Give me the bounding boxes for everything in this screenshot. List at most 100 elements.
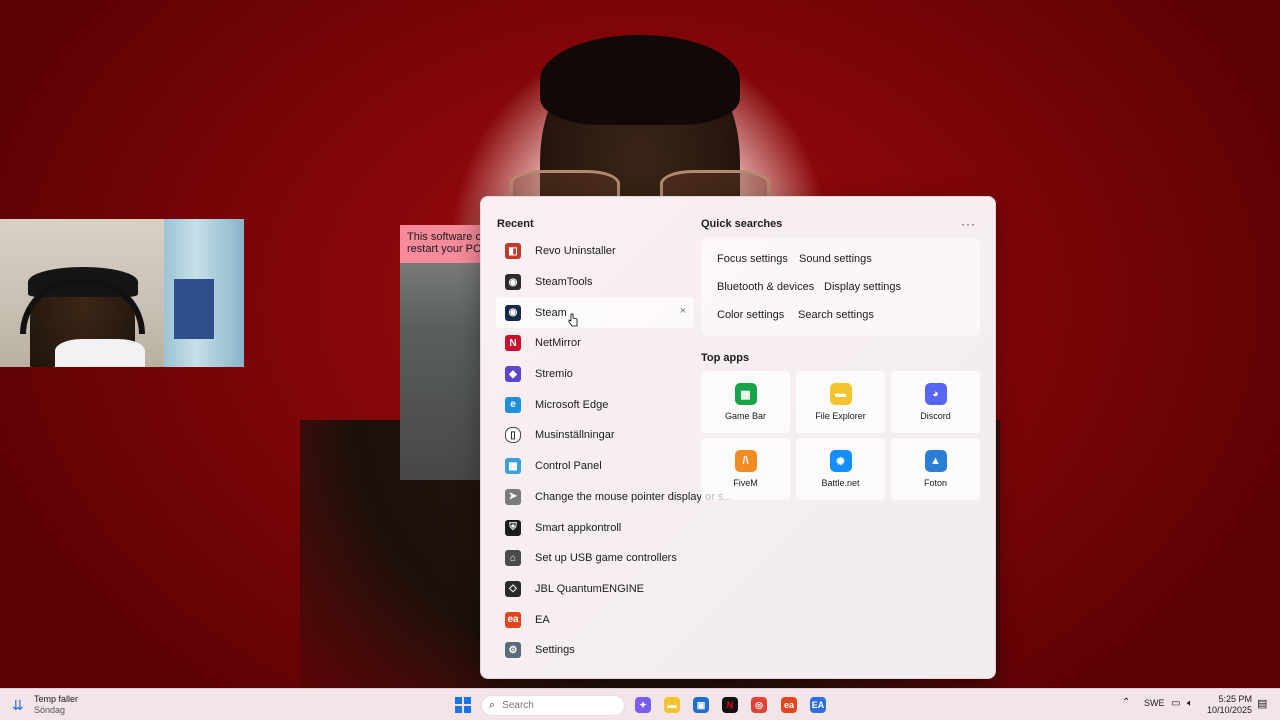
gamepad-icon: ⌂ xyxy=(505,550,521,567)
game-bar-icon: ▦ xyxy=(734,383,757,405)
recent-item-label: Microsoft Edge xyxy=(535,398,609,411)
recent-item-label: Musinställningar xyxy=(535,429,615,442)
top-app-label: Game Bar xyxy=(724,411,766,421)
more-options-button[interactable]: ··· xyxy=(961,217,976,231)
top-app-tile[interactable]: /\ FiveM xyxy=(701,438,790,500)
recent-item-label: Revo Uninstaller xyxy=(535,245,616,258)
recent-item-label: SteamTools xyxy=(535,276,593,289)
show-hidden-icons-chevron-icon[interactable]: ⌃ xyxy=(1122,697,1130,708)
clock-time: 5:25 PM xyxy=(1218,694,1252,704)
recent-item[interactable]: ◉ SteamTools xyxy=(496,267,696,298)
top-app-label: Battle.net xyxy=(821,478,860,488)
file-explorer-icon[interactable]: ▬ xyxy=(664,697,680,713)
weather-subtitle: Söndag xyxy=(34,705,66,715)
quick-search-color-settings[interactable]: Color settings xyxy=(717,309,784,321)
recent-item[interactable]: ◧ Revo Uninstaller xyxy=(496,236,696,267)
recent-item[interactable]: ◇ JBL QuantumENGINE xyxy=(496,574,696,605)
webcam-overlay xyxy=(0,219,244,367)
weather-widget[interactable]: ⇊ Temp faller Söndag xyxy=(12,694,78,716)
recent-item-label: Steam xyxy=(535,306,567,319)
notification-bell-icon[interactable]: ▤ xyxy=(1257,697,1267,710)
revo-uninstaller-icon: ◧ xyxy=(505,243,521,260)
search-flyout: Recent ◧ Revo Uninstaller ◉ SteamTools ◉ Stea… xyxy=(480,196,996,679)
system-clock[interactable]: 5:25 PM 10/10/2025 xyxy=(1206,694,1252,716)
background-app-window[interactable]: This software ca restart your PC. xyxy=(400,225,490,480)
photos-icon: ▲ xyxy=(924,450,947,472)
edge-icon: e xyxy=(505,396,521,413)
quick-searches-panel: Focus settings Sound settings Bluetooth … xyxy=(701,238,980,336)
recent-item-label: EA xyxy=(535,613,550,626)
search-icon: ⌕ xyxy=(489,699,496,711)
recent-item[interactable]: ⛨ Smart appkontroll xyxy=(496,512,696,543)
recent-item-label: Settings xyxy=(535,644,575,657)
recent-item-label: Set up USB game controllers xyxy=(535,552,677,565)
clock-date: 10/10/2025 xyxy=(1206,705,1252,715)
chrome-icon[interactable]: ◎ xyxy=(751,697,767,713)
top-app-label: FiveM xyxy=(733,478,758,488)
recent-item[interactable]: N NetMirror xyxy=(496,328,696,359)
recent-list: ◧ Revo Uninstaller ◉ SteamTools ◉ Steam × N NetM… xyxy=(496,236,733,666)
jbl-icon: ◇ xyxy=(505,580,521,597)
quick-searches-heading: Quick searches xyxy=(701,218,783,230)
taskbar-search-box[interactable]: ⌕ xyxy=(481,695,625,716)
steam-icon: ◉ xyxy=(505,304,521,321)
quick-search-search-settings[interactable]: Search settings xyxy=(798,309,874,321)
recent-item-label: Control Panel xyxy=(535,460,602,473)
top-app-tile[interactable]: ▦ Game Bar xyxy=(701,371,790,433)
quick-search-focus-settings[interactable]: Focus settings xyxy=(717,253,788,265)
folder-icon: ▬ xyxy=(829,383,852,405)
weather-title: Temp faller xyxy=(34,694,79,704)
warning-banner: This software ca restart your PC. xyxy=(400,225,490,263)
top-app-tile[interactable]: ▲ Foton xyxy=(891,438,980,500)
quick-search-display-settings[interactable]: Display settings xyxy=(824,281,901,293)
input-language-indicator[interactable]: SWE xyxy=(1144,698,1165,708)
taskbar-search-input[interactable] xyxy=(502,700,613,711)
control-panel-icon: ▦ xyxy=(505,458,521,475)
microsoft-store-icon[interactable]: ▣ xyxy=(693,697,709,713)
quick-search-sound-settings[interactable]: Sound settings xyxy=(799,253,872,265)
recent-item[interactable]: ⚙ Settings xyxy=(496,635,696,666)
recent-heading: Recent xyxy=(497,218,534,230)
top-app-label: File Explorer xyxy=(815,411,866,421)
recent-item[interactable]: ea EA xyxy=(496,604,696,635)
temperature-down-icon: ⇊ xyxy=(12,697,24,713)
start-button[interactable] xyxy=(455,697,471,713)
recent-item-label: NetMirror xyxy=(535,337,581,350)
taskbar: ⇊ Temp faller Söndag ⌕ ✦ ▬ ▣ N ◎ ea EA ⌃ SWE ▭… xyxy=(0,688,1280,720)
netflix-icon[interactable]: N xyxy=(722,697,738,713)
ea-app-icon[interactable]: ea xyxy=(781,697,797,713)
recent-item[interactable]: ▯ Musinställningar xyxy=(496,420,696,451)
shield-icon: ⛨ xyxy=(505,519,521,536)
stremio-icon: ◆ xyxy=(505,366,521,383)
top-app-tile[interactable]: ✹ Battle.net xyxy=(796,438,885,500)
ea-desktop-icon[interactable]: EA xyxy=(810,697,826,713)
top-apps-heading: Top apps xyxy=(701,352,750,364)
steamtools-icon: ◉ xyxy=(505,274,521,291)
top-app-label: Foton xyxy=(923,478,947,488)
recent-item-label: Stremio xyxy=(535,368,573,381)
gear-icon: ⚙ xyxy=(505,642,521,659)
remove-recent-close-icon[interactable]: × xyxy=(680,305,686,317)
mouse-pointer-icon: ➤ xyxy=(505,488,521,505)
recent-item-label: JBL QuantumENGINE xyxy=(535,582,645,595)
mouse-icon: ▯ xyxy=(505,427,521,444)
recent-item[interactable]: ▦ Control Panel xyxy=(496,451,696,482)
recent-item-label: Smart appkontroll xyxy=(535,521,622,534)
top-app-tile[interactable]: ▬ File Explorer xyxy=(796,371,885,433)
recent-item[interactable]: ➤ Change the mouse pointer display or s..… xyxy=(496,482,733,513)
recent-item[interactable]: ◆ Stremio xyxy=(496,359,696,390)
network-icon[interactable]: ▭ xyxy=(1171,698,1180,709)
recent-item[interactable]: e Microsoft Edge xyxy=(496,389,696,420)
volume-icon[interactable]: 🔈︎ xyxy=(1187,698,1193,709)
top-app-label: Discord xyxy=(920,411,951,421)
quick-search-bluetooth-devices[interactable]: Bluetooth & devices xyxy=(717,281,814,293)
warning-banner-line2: restart your PC. xyxy=(407,243,485,255)
ea-icon: ea xyxy=(505,611,521,628)
copilot-icon[interactable]: ✦ xyxy=(635,697,651,713)
fivem-icon: /\ xyxy=(734,450,757,472)
recent-item[interactable]: ◉ Steam × xyxy=(496,297,694,329)
recent-item[interactable]: ⌂ Set up USB game controllers xyxy=(496,543,696,574)
discord-icon: ◕ xyxy=(924,383,947,405)
warning-banner-line1: This software ca xyxy=(407,231,488,243)
top-app-tile[interactable]: ◕ Discord xyxy=(891,371,980,433)
